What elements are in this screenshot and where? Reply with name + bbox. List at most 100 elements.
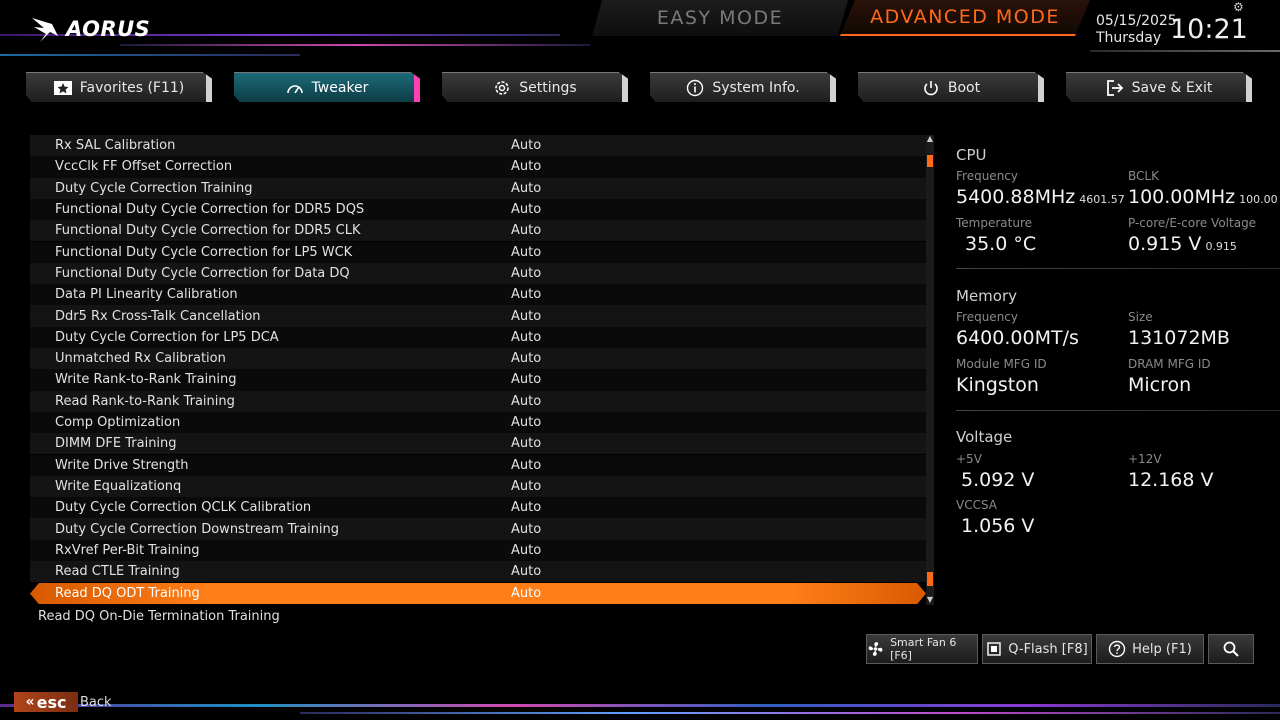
- setting-row[interactable]: Write Drive Strength Auto: [30, 454, 926, 476]
- tab-system-info[interactable]: System Info.: [650, 72, 836, 102]
- settings-gear-icon[interactable]: ⚙: [1233, 0, 1244, 14]
- setting-row[interactable]: Write Equalizationq Auto: [30, 475, 926, 498]
- cpu-frequency-label: Frequency: [956, 169, 1018, 183]
- list-scrollbar[interactable]: ▲ ▼: [926, 135, 934, 605]
- setting-label: Comp Optimization: [55, 415, 181, 431]
- setting-row[interactable]: Write Rank-to-Rank Training Auto: [30, 369, 926, 391]
- setting-label: Functional Duty Cycle Correction for LP5…: [55, 244, 353, 260]
- star-icon: [53, 80, 72, 95]
- header-streak: [1090, 50, 1280, 52]
- back-label[interactable]: Back: [80, 695, 112, 710]
- setting-value[interactable]: Auto: [511, 500, 541, 515]
- scroll-up-icon[interactable]: ▲: [926, 135, 934, 143]
- setting-value[interactable]: Auto: [511, 394, 541, 409]
- setting-value[interactable]: Auto: [511, 309, 541, 324]
- smart-fan-button[interactable]: Smart Fan 6 [F6]: [866, 634, 978, 664]
- tab-tweaker[interactable]: Tweaker: [234, 72, 420, 102]
- exit-icon: [1106, 79, 1123, 96]
- setting-label: Functional Duty Cycle Correction for DDR…: [55, 223, 361, 239]
- setting-row[interactable]: Duty Cycle Correction for LP5 DCA Auto: [30, 326, 926, 348]
- scroll-thumb-top[interactable]: [927, 155, 933, 167]
- cpu-temp-label: Temperature: [956, 216, 1033, 230]
- setting-row[interactable]: VccClk FF Offset Correction Auto: [30, 156, 926, 178]
- help-button[interactable]: Help (F1): [1096, 634, 1204, 664]
- tab-boot[interactable]: Boot: [858, 72, 1044, 102]
- setting-label: Write Equalizationq: [55, 478, 182, 494]
- setting-value[interactable]: Auto: [511, 159, 541, 174]
- memory-frequency: 6400.00MT/s: [956, 327, 1079, 349]
- setting-value[interactable]: Auto: [511, 223, 541, 238]
- setting-row[interactable]: Ddr5 Rx Cross-Talk Cancellation Auto: [30, 305, 926, 327]
- setting-row-selected[interactable]: Read DQ ODT Training Auto: [30, 583, 926, 605]
- setting-value[interactable]: Auto: [511, 436, 541, 451]
- setting-value[interactable]: Auto: [511, 330, 541, 345]
- setting-value[interactable]: Auto: [511, 202, 541, 217]
- setting-value[interactable]: Auto: [511, 181, 541, 196]
- info-icon: [687, 79, 704, 96]
- setting-value[interactable]: Auto: [511, 351, 541, 366]
- setting-label: RxVref Per-Bit Training: [55, 542, 200, 558]
- setting-label: Duty Cycle Correction for LP5 DCA: [55, 329, 279, 345]
- bclk: 100.00MHz: [1128, 186, 1236, 208]
- setting-row[interactable]: RxVref Per-Bit Training Auto: [30, 539, 926, 561]
- help-label: Help (F1): [1132, 641, 1192, 657]
- scroll-thumb-bottom[interactable]: [927, 572, 933, 586]
- tab-edge: [830, 73, 836, 102]
- setting-description: Read DQ On-Die Termination Training: [38, 609, 280, 624]
- setting-value[interactable]: Auto: [511, 479, 541, 494]
- setting-value[interactable]: Auto: [511, 415, 541, 430]
- aorus-logo: AORUS: [30, 14, 150, 44]
- vccsa-label: VCCSA: [956, 498, 998, 512]
- setting-row[interactable]: Duty Cycle Correction Downstream Trainin…: [30, 518, 926, 540]
- search-icon: [1223, 641, 1239, 657]
- tab-favorites[interactable]: Favorites (F11): [26, 72, 212, 102]
- header-streak: [120, 44, 590, 46]
- setting-row[interactable]: Read Rank-to-Rank Training Auto: [30, 390, 926, 412]
- advanced-mode-button[interactable]: ADVANCED MODE: [840, 0, 1090, 36]
- v12-value: 12.168 V: [1128, 469, 1214, 491]
- v5-value: 5.092 V: [961, 469, 1035, 491]
- setting-label: Duty Cycle Correction QCLK Calibration: [55, 500, 312, 516]
- cpu-voltage-label: P-core/E-core Voltage: [1128, 216, 1257, 230]
- tab-save-exit[interactable]: Save & Exit: [1066, 72, 1252, 102]
- cpu-frequency-value: 5400.88MHz 4601.57: [956, 186, 1125, 208]
- setting-value[interactable]: Auto: [511, 564, 541, 579]
- qflash-button[interactable]: Q-Flash [F8]: [982, 634, 1092, 664]
- tab-settings[interactable]: Settings: [442, 72, 628, 102]
- setting-value[interactable]: Auto: [511, 245, 541, 260]
- search-button[interactable]: [1208, 634, 1254, 664]
- module-mfg-label: Module MFG ID: [956, 357, 1047, 371]
- setting-label: Rx SAL Calibration: [55, 138, 176, 154]
- setting-row[interactable]: Duty Cycle Correction QCLK Calibration Au…: [30, 497, 926, 519]
- setting-row[interactable]: Functional Duty Cycle Correction for Dat…: [30, 262, 926, 285]
- tab-label: Favorites (F11): [79, 79, 185, 96]
- esc-key-button[interactable]: « esc: [14, 692, 78, 712]
- setting-value[interactable]: Auto: [511, 522, 541, 537]
- scroll-down-icon[interactable]: ▼: [926, 596, 934, 604]
- setting-label: Duty Cycle Correction Training: [55, 180, 253, 196]
- date-text: 05/15/2025: [1096, 13, 1177, 29]
- setting-row[interactable]: Functional Duty Cycle Correction for DDR…: [30, 220, 926, 242]
- setting-row[interactable]: Unmatched Rx Calibration Auto: [30, 348, 926, 370]
- setting-value[interactable]: Auto: [511, 586, 541, 601]
- setting-value[interactable]: Auto: [511, 287, 541, 302]
- setting-value[interactable]: Auto: [511, 138, 541, 153]
- setting-value[interactable]: Auto: [511, 543, 541, 558]
- setting-row[interactable]: DIMM DFE Training Auto: [30, 433, 926, 455]
- setting-row[interactable]: Rx SAL Calibration Auto: [30, 135, 926, 157]
- v12-label: +12V: [1128, 452, 1162, 466]
- setting-value[interactable]: Auto: [511, 266, 541, 281]
- setting-row[interactable]: Functional Duty Cycle Correction for LP5…: [30, 241, 926, 263]
- tab-edge: [622, 73, 628, 102]
- setting-row[interactable]: Data PI Linearity Calibration Auto: [30, 284, 926, 306]
- easy-mode-button[interactable]: EASY MODE: [592, 0, 848, 36]
- setting-row[interactable]: Functional Duty Cycle Correction for DDR…: [30, 198, 926, 221]
- setting-label: Functional Duty Cycle Correction for Dat…: [55, 265, 350, 281]
- setting-value[interactable]: Auto: [511, 458, 541, 473]
- smart-fan-label: Smart Fan 6 [F6]: [890, 636, 957, 662]
- setting-row[interactable]: Duty Cycle Correction Training Auto: [30, 177, 926, 199]
- setting-row[interactable]: Read CTLE Training Auto: [30, 561, 926, 583]
- setting-value[interactable]: Auto: [511, 372, 541, 387]
- setting-row[interactable]: Comp Optimization Auto: [30, 411, 926, 434]
- cpu-temp: 35.0 °C: [965, 233, 1037, 255]
